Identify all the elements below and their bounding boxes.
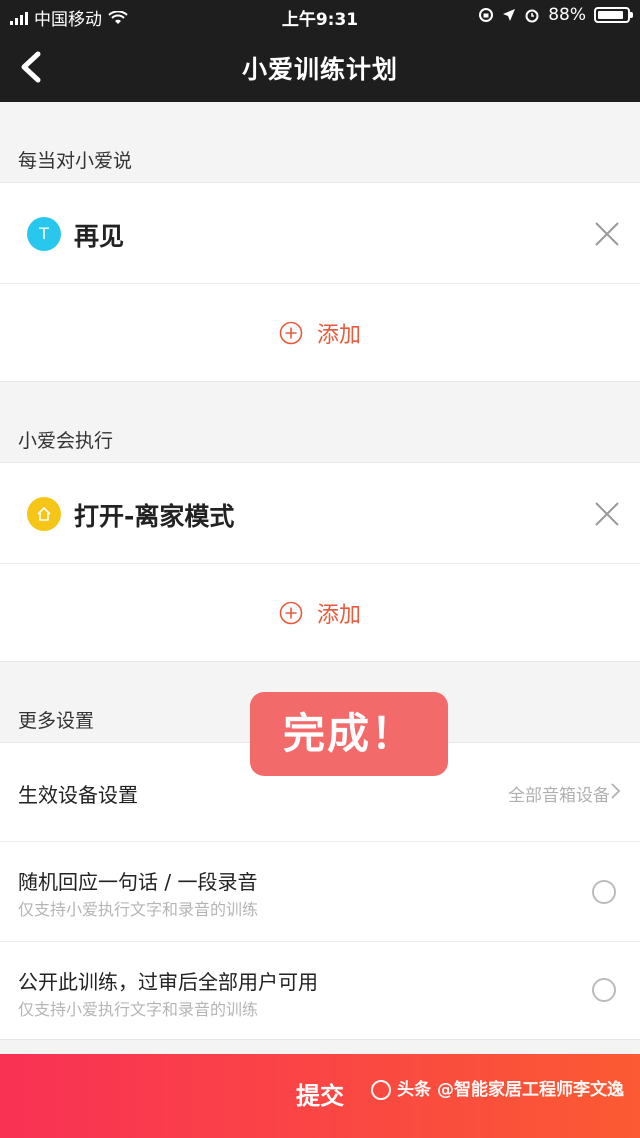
- public-training-label: 公开此训练，过审后全部用户可用: [18, 970, 318, 994]
- add-action-label: 添加: [316, 603, 361, 628]
- add-trigger-label: 添加: [316, 323, 361, 348]
- more-settings-card: 生效设备设置 全部音箱设备 随机回应一句话 / 一段录音 仅支持小爱执行文字和录…: [0, 742, 640, 1040]
- alarm-icon: [525, 9, 539, 23]
- watermark: 头条 @智能家居工程师李文逸: [371, 1048, 624, 1132]
- plus-circle-icon: [279, 321, 303, 345]
- more-settings-title: 更多设置: [18, 710, 95, 732]
- chevron-right-icon: [611, 783, 621, 799]
- action-item-row[interactable]: 打开-离家模式: [0, 463, 640, 563]
- random-reply-label: 随机回应一句话 / 一段录音: [18, 870, 258, 894]
- submit-label: 提交: [296, 1082, 344, 1110]
- device-setting-value: 全部音箱设备: [508, 786, 610, 806]
- random-reply-row[interactable]: 随机回应一句话 / 一段录音 仅支持小爱执行文字和录音的训练: [0, 842, 640, 941]
- action-card: 打开-离家模式 添加: [0, 462, 640, 662]
- random-reply-sub: 仅支持小爱执行文字和录音的训练: [18, 900, 259, 919]
- nav-bar: 小爱训练计划: [0, 32, 640, 102]
- location-icon: [503, 9, 516, 21]
- rotation-lock-icon: [479, 8, 494, 22]
- public-training-row[interactable]: 公开此训练，过审后全部用户可用 仅支持小爱执行文字和录音的训练: [0, 942, 640, 1040]
- completion-toast: 完成！: [250, 692, 448, 776]
- action-label: 打开-离家模式: [74, 502, 235, 531]
- submit-button[interactable]: 提交 头条 @智能家居工程师李文逸: [0, 1054, 640, 1138]
- text-type-badge: T: [27, 217, 61, 251]
- trigger-phrase-label: 再见: [74, 222, 125, 251]
- home-badge: [27, 497, 61, 531]
- home-icon: [37, 507, 51, 521]
- status-bar: 中国移动 上午9:31 88%: [0, 0, 640, 32]
- watermark-text: 头条 @智能家居工程师李文逸: [397, 1080, 624, 1100]
- public-training-radio[interactable]: [592, 978, 616, 1002]
- page-title: 小爱训练计划: [241, 55, 398, 84]
- add-trigger-button[interactable]: 添加: [0, 317, 640, 349]
- plus-circle-icon: [279, 601, 303, 625]
- device-setting-label: 生效设备设置: [18, 783, 138, 807]
- divider: [0, 563, 640, 564]
- battery-icon: [594, 7, 633, 23]
- battery-percent: 88%: [548, 5, 586, 25]
- trigger-card: T 再见 添加: [0, 182, 640, 382]
- status-right: 88%: [478, 5, 633, 25]
- remove-action-close-icon[interactable]: [594, 501, 620, 527]
- add-action-button[interactable]: 添加: [0, 597, 640, 629]
- action-section-title: 小爱会执行: [18, 430, 114, 452]
- divider: [0, 283, 640, 284]
- watermark-logo-icon: [371, 1080, 392, 1100]
- trigger-item-row[interactable]: T 再见: [0, 183, 640, 283]
- trigger-section-title: 每当对小爱说: [18, 150, 133, 172]
- random-reply-radio[interactable]: [592, 880, 616, 904]
- public-training-sub: 仅支持小爱执行文字和录音的训练: [18, 1000, 259, 1019]
- remove-trigger-close-icon[interactable]: [594, 221, 620, 247]
